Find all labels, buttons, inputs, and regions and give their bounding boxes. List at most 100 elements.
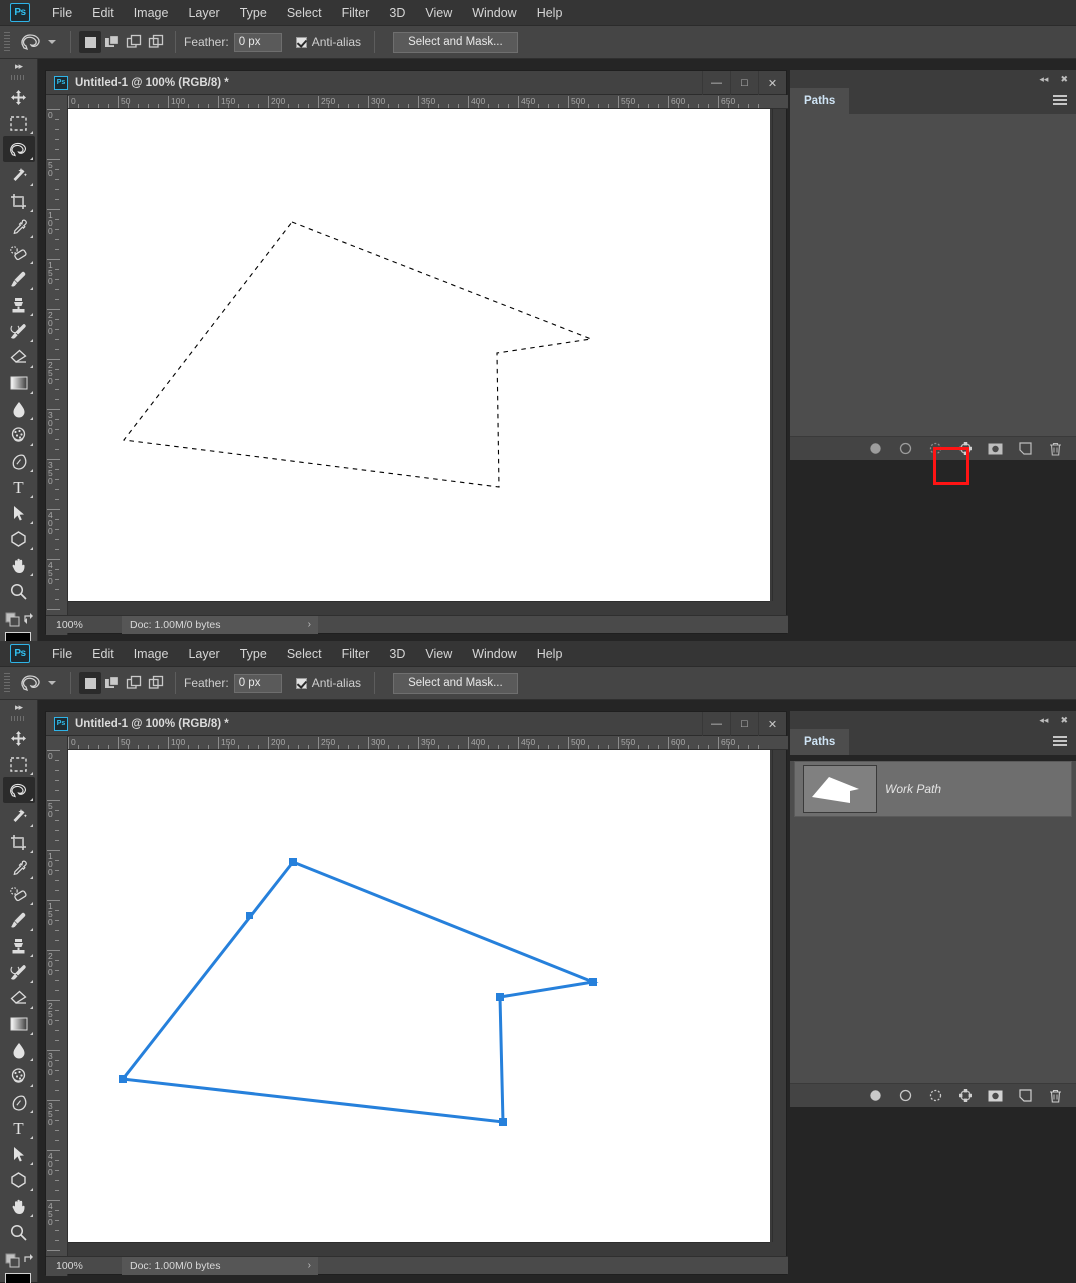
anti-alias-checkbox-group[interactable]: Anti-alias	[295, 676, 366, 690]
lasso-tool[interactable]	[2, 777, 35, 803]
type-tool[interactable]: T	[3, 474, 35, 500]
zoom-tool[interactable]	[3, 578, 35, 604]
anti-alias-checkbox[interactable]	[295, 36, 307, 48]
vertical-ruler[interactable]: 0 50 100 150 200 250 300 350 400 450	[46, 109, 68, 635]
magic-wand-tool[interactable]	[3, 162, 35, 188]
pen-tool[interactable]	[3, 448, 35, 474]
minimize-button[interactable]: —	[702, 712, 730, 736]
dodge-tool[interactable]	[3, 422, 35, 448]
tools-panel-grip[interactable]	[11, 75, 26, 80]
menu-select[interactable]: Select	[277, 644, 332, 664]
stroke-path-with-brush-button[interactable]	[896, 1087, 914, 1105]
intersect-selection-button[interactable]	[145, 672, 167, 694]
clone-stamp-tool[interactable]	[3, 933, 35, 959]
magic-wand-tool[interactable]	[3, 803, 35, 829]
load-path-as-selection-button[interactable]	[926, 440, 944, 458]
paths-list-empty[interactable]	[790, 114, 1076, 436]
canvas-top[interactable]	[68, 109, 770, 615]
add-layer-mask-button[interactable]	[986, 1087, 1004, 1105]
menu-filter[interactable]: Filter	[332, 3, 380, 23]
zoom-level[interactable]: 100%	[46, 1260, 122, 1272]
create-new-path-button[interactable]	[1016, 1087, 1034, 1105]
menu-3d[interactable]: 3D	[379, 644, 415, 664]
feather-input[interactable]	[233, 673, 282, 693]
maximize-button[interactable]: □	[730, 712, 758, 736]
delete-current-path-button[interactable]	[1046, 1087, 1064, 1105]
foreground-color-swatch[interactable]	[4, 1273, 31, 1283]
clone-stamp-tool[interactable]	[3, 292, 35, 318]
horizontal-scrollbar[interactable]	[68, 1242, 770, 1256]
panel-menu-icon[interactable]	[1053, 95, 1067, 106]
menu-view[interactable]: View	[415, 3, 462, 23]
close-panel-icon[interactable]: ✖	[1060, 715, 1068, 726]
tab-paths[interactable]: Paths	[790, 729, 850, 755]
close-button[interactable]: ✕	[758, 71, 786, 95]
gradient-tool[interactable]	[3, 370, 35, 396]
menu-3d[interactable]: 3D	[379, 3, 415, 23]
add-to-selection-button[interactable]	[101, 31, 123, 53]
zoom-tool[interactable]	[3, 1219, 35, 1245]
canvas-bottom[interactable]	[68, 750, 770, 1256]
lasso-tool-icon[interactable]	[18, 30, 44, 54]
menu-window[interactable]: Window	[462, 3, 526, 23]
spot-healing-brush-tool[interactable]	[3, 881, 35, 907]
eraser-tool[interactable]	[3, 985, 35, 1011]
path-selection-tool[interactable]	[3, 1141, 35, 1167]
feather-input[interactable]	[233, 32, 282, 52]
menu-filter[interactable]: Filter	[332, 644, 380, 664]
dodge-tool[interactable]	[3, 1063, 35, 1089]
brush-tool[interactable]	[3, 907, 35, 933]
close-button[interactable]: ✕	[758, 712, 786, 736]
type-tool[interactable]: T	[3, 1115, 35, 1141]
fill-path-with-foreground-color-button[interactable]	[866, 440, 884, 458]
panel-menu-icon[interactable]	[1053, 736, 1067, 747]
status-chevron-icon[interactable]: ›	[308, 616, 311, 634]
blur-tool[interactable]	[3, 1037, 35, 1063]
hand-tool[interactable]	[3, 552, 35, 578]
history-brush-tool[interactable]	[3, 959, 35, 985]
horizontal-ruler[interactable]: 0 50 100 150 200 250 300 350 400 450 500 550 600 650	[46, 736, 788, 750]
menu-edit[interactable]: Edit	[82, 3, 124, 23]
hand-tool[interactable]	[3, 1193, 35, 1219]
maximize-button[interactable]: □	[730, 71, 758, 95]
collapse-panel-icon[interactable]: ◂◂	[1039, 715, 1048, 726]
document-info[interactable]: Doc: 1.00M/0 bytes ›	[122, 615, 318, 634]
menu-edit[interactable]: Edit	[82, 644, 124, 664]
document-title-bar[interactable]: Ps Untitled-1 @ 100% (RGB/8) * — □ ✕	[46, 712, 786, 736]
menu-type[interactable]: Type	[230, 644, 277, 664]
blur-tool[interactable]	[3, 396, 35, 422]
lasso-tool-icon[interactable]	[18, 671, 44, 695]
anti-alias-checkbox-group[interactable]: Anti-alias	[295, 35, 366, 49]
new-selection-button[interactable]	[79, 672, 101, 694]
tool-preset-chevron-down-icon[interactable]	[48, 681, 56, 685]
menu-help[interactable]: Help	[527, 3, 573, 23]
intersect-selection-button[interactable]	[145, 31, 167, 53]
collapse-panel-icon[interactable]: ◂◂	[1039, 74, 1048, 85]
menu-view[interactable]: View	[415, 644, 462, 664]
zoom-level[interactable]: 100%	[46, 619, 122, 631]
horizontal-ruler[interactable]: 0 50 100 150 200 250 300 350 400 450 500 550 600 650	[46, 95, 788, 109]
status-chevron-icon[interactable]: ›	[308, 1257, 311, 1275]
options-bar-grip[interactable]	[4, 31, 10, 53]
menu-file[interactable]: File	[42, 3, 82, 23]
horizontal-scrollbar[interactable]	[68, 601, 770, 615]
lasso-tool[interactable]	[2, 136, 35, 162]
subtract-from-selection-button[interactable]	[123, 31, 145, 53]
menu-image[interactable]: Image	[124, 644, 179, 664]
path-list-item-work-path[interactable]: Work Path	[794, 761, 1072, 817]
pen-tool[interactable]	[3, 1089, 35, 1115]
close-panel-icon[interactable]: ✖	[1060, 74, 1068, 85]
select-and-mask-button[interactable]: Select and Mask...	[393, 31, 518, 53]
load-path-as-selection-button[interactable]	[926, 1087, 944, 1105]
document-info[interactable]: Doc: 1.00M/0 bytes ›	[122, 1256, 318, 1275]
path-selection-tool[interactable]	[3, 500, 35, 526]
menu-file[interactable]: File	[42, 644, 82, 664]
menu-window[interactable]: Window	[462, 644, 526, 664]
tools-collapse-button[interactable]: ▸▸	[0, 700, 37, 714]
stroke-path-with-brush-button[interactable]	[896, 440, 914, 458]
menu-select[interactable]: Select	[277, 3, 332, 23]
tool-preset-chevron-down-icon[interactable]	[48, 40, 56, 44]
document-title-bar[interactable]: Ps Untitled-1 @ 100% (RGB/8) * — □ ✕	[46, 71, 786, 95]
foreground-background-swatches[interactable]	[3, 1251, 35, 1283]
tools-panel-grip[interactable]	[11, 716, 26, 721]
